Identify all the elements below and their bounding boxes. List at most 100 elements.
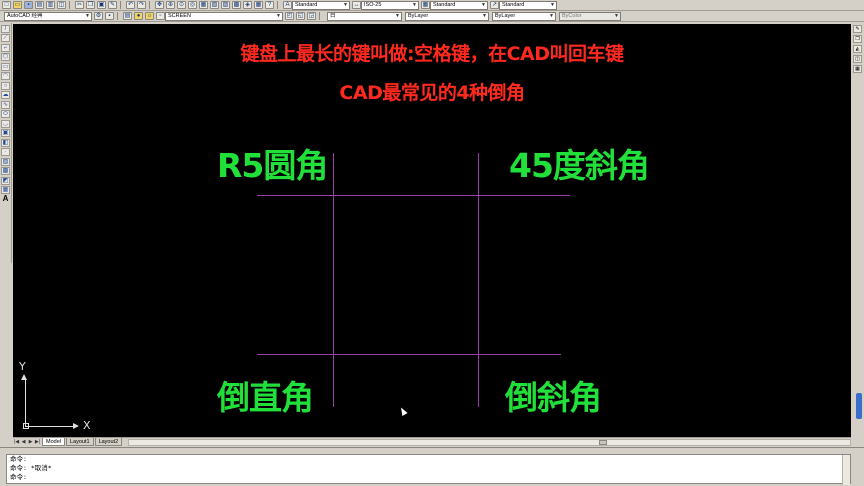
zoom-window-icon[interactable]: ⊙ [177, 1, 186, 9]
pan-icon[interactable]: ✥ [155, 1, 164, 9]
point-icon[interactable]: · [1, 148, 10, 156]
redo-icon[interactable]: ↷ [137, 1, 146, 9]
offset-icon[interactable]: ◫ [853, 55, 862, 63]
ucs-y-arrow [21, 374, 27, 380]
layer-select[interactable]: SCREEN ▼ [165, 11, 283, 21]
command-scrollbar[interactable] [842, 455, 850, 485]
command-prompt[interactable]: 命令: [7, 473, 850, 482]
dim-style-select[interactable]: ISO-25 ▼ [361, 0, 419, 10]
tab-model[interactable]: Model [42, 438, 65, 446]
first-tab-icon[interactable]: |◀ [13, 439, 20, 446]
drawing-canvas[interactable]: 键盘上最长的键叫做:空格键，在CAD叫回车键 CAD最常见的4种倒角 R5圆角 … [13, 24, 851, 437]
chevron-down-icon: ▼ [412, 2, 417, 8]
text-style-icon[interactable]: A [283, 1, 292, 9]
table-style-select[interactable]: Standard ▼ [430, 0, 488, 10]
title-line-1: 键盘上最长的键叫做:空格键，在CAD叫回车键 [240, 43, 624, 65]
ucs-origin-box [23, 423, 29, 429]
mouse-cursor-icon [398, 406, 408, 416]
copy-object-icon[interactable]: ❐ [853, 35, 862, 43]
layer-lock-icon[interactable]: ▫ [156, 12, 165, 20]
layer-manager-icon[interactable]: ▤ [123, 12, 132, 20]
polyline-icon[interactable]: ⌐ [1, 43, 10, 52]
vertical-line-right [478, 153, 479, 407]
last-tab-icon[interactable]: ▶| [34, 439, 41, 446]
multiline-text-icon[interactable]: A [1, 194, 10, 204]
polygon-icon[interactable]: ⬡ [1, 53, 10, 61]
save-icon[interactable]: ▪ [24, 1, 33, 9]
prev-tab-icon[interactable]: ◀ [20, 439, 27, 446]
publish-icon[interactable]: ◫ [57, 1, 66, 9]
next-tab-icon[interactable]: ▶ [27, 439, 34, 446]
make-block-icon[interactable]: ◧ [1, 138, 10, 147]
color-select[interactable]: 白 ▼ [327, 11, 402, 21]
separator [149, 1, 150, 9]
linetype-select[interactable]: ByLayer ▼ [405, 11, 489, 21]
vertical-line-left [333, 153, 334, 407]
print-preview-icon[interactable]: ▥ [46, 1, 55, 9]
construction-line-icon[interactable]: ⟋ [1, 34, 10, 42]
zoom-previous-icon[interactable]: ◎ [188, 1, 197, 9]
layer-states-icon[interactable]: ◲ [307, 12, 316, 20]
layer-freeze-icon[interactable]: ☼ [145, 12, 154, 20]
layer-on-icon[interactable]: ● [134, 12, 143, 20]
dim-style-icon[interactable]: ↔ [352, 1, 361, 9]
gradient-icon[interactable]: ▩ [1, 167, 10, 175]
ellipse-icon[interactable]: ⬭ [1, 110, 10, 118]
horizontal-scrollbar[interactable] [128, 438, 851, 446]
vertical-scroll-thumb[interactable] [856, 393, 862, 419]
lineweight-select[interactable]: ByLayer ▼ [492, 11, 556, 21]
revision-cloud-icon[interactable]: ☁ [1, 91, 10, 99]
undo-icon[interactable]: ↶ [126, 1, 135, 9]
sheet-set-icon[interactable]: ▩ [232, 1, 241, 9]
hatch-icon[interactable]: ▨ [1, 157, 10, 166]
horizontal-scroll-thumb[interactable] [599, 439, 608, 445]
new-file-icon[interactable]: □ [2, 1, 11, 9]
layer-previous-icon[interactable]: ◱ [296, 12, 305, 20]
match-properties-icon[interactable]: ✎ [108, 1, 117, 9]
rectangle-icon[interactable]: ▭ [1, 62, 10, 71]
multileader-style-icon[interactable]: ↗ [490, 1, 499, 9]
copy-icon[interactable]: ❐ [86, 1, 95, 9]
cut-icon[interactable]: ✂ [75, 1, 84, 9]
spline-icon[interactable]: ∿ [1, 100, 10, 109]
insert-block-icon[interactable]: ▣ [1, 129, 10, 137]
make-object-layer-current-icon[interactable]: ◰ [285, 12, 294, 20]
calculator-icon[interactable]: ▦ [254, 1, 263, 9]
multileader-style-select[interactable]: Standard ▼ [499, 0, 557, 10]
array-icon[interactable]: ▦ [853, 65, 862, 73]
paste-icon[interactable]: ▣ [97, 1, 106, 9]
line-icon[interactable]: / [1, 24, 10, 33]
ucs-icon: Y X [19, 360, 91, 432]
ucs-y-axis [25, 378, 26, 426]
text-style-value: Standard [295, 2, 318, 8]
table-icon[interactable]: ▦ [1, 186, 10, 194]
erase-icon[interactable]: ✎ [853, 25, 862, 33]
text-style-select[interactable]: Standard ▼ [292, 0, 350, 10]
separator [319, 12, 320, 20]
chevron-down-icon: ▼ [549, 13, 554, 19]
properties-icon[interactable]: ▦ [199, 1, 208, 9]
workspace-select[interactable]: AutoCAD 经典 ▼ [4, 11, 92, 21]
arc-icon[interactable]: ◠ [1, 72, 10, 80]
workspace-save-icon[interactable]: ▪ [105, 12, 114, 20]
ellipse-arc-icon[interactable]: ◡ [1, 119, 10, 128]
workspace-settings-icon[interactable]: ⚙ [94, 12, 103, 20]
help-icon[interactable]: ? [265, 1, 274, 9]
zoom-realtime-icon[interactable]: ⊕ [166, 1, 175, 9]
chevron-down-icon: ▼ [85, 13, 90, 19]
plot-style-select[interactable]: ByColor ▼ [559, 11, 621, 21]
print-icon[interactable]: ▤ [35, 1, 44, 9]
table-style-icon[interactable]: ▦ [421, 1, 430, 9]
tab-layout1[interactable]: Layout1 [65, 438, 94, 446]
linetype-value: ByLayer [408, 13, 429, 19]
circle-icon[interactable]: ○ [1, 81, 10, 90]
markup-icon[interactable]: ◈ [243, 1, 252, 9]
tab-layout2[interactable]: Layout2 [94, 438, 123, 446]
open-file-icon[interactable]: ▭ [13, 1, 22, 9]
region-icon[interactable]: ◩ [1, 176, 10, 185]
tool-palettes-icon[interactable]: ▨ [221, 1, 230, 9]
design-center-icon[interactable]: ▧ [210, 1, 219, 9]
mirror-icon[interactable]: ◭ [853, 45, 862, 53]
ucs-y-label: Y [19, 360, 26, 373]
command-history[interactable]: 命令: 命令: *取消* 命令: [6, 454, 851, 485]
